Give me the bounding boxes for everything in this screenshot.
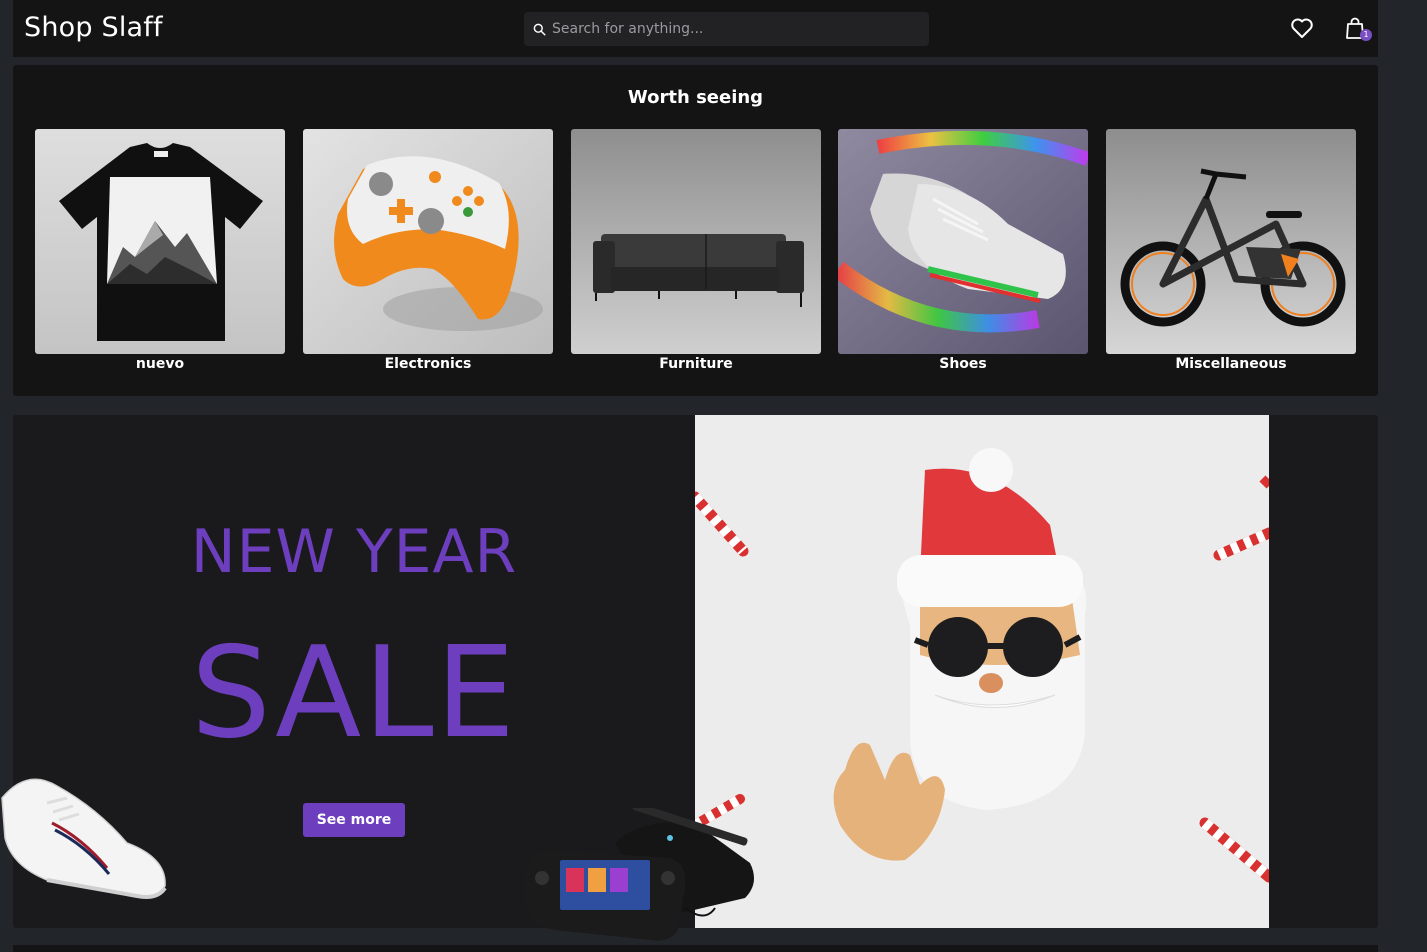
category-label: Miscellaneous [1175,356,1287,372]
sneaker-image [1,778,167,899]
search-input[interactable] [552,21,912,37]
category-card-furniture[interactable]: Furniture [571,129,821,372]
santa-image [689,415,1275,928]
section-title: Worth seeing [627,87,764,108]
category-label: Electronics [384,356,472,372]
category-label: Shoes [939,356,987,372]
worth-seeing-section: Worth seeing nuevo Electronics Furniture… [13,65,1378,396]
category-image-sneakers [838,129,1088,354]
category-image-tshirt [35,129,285,354]
brand-logo[interactable]: Shop Slaff [24,12,163,43]
banner-subtitle: NEW YEAR [190,517,518,587]
category-card-nuevo[interactable]: nuevo [35,129,285,372]
category-image-controller [303,129,553,354]
category-card-electronics[interactable]: Electronics [303,129,553,372]
category-card-miscellaneous[interactable]: Miscellaneous [1106,129,1356,372]
heart-icon[interactable] [1290,17,1314,39]
search-bar[interactable] [524,12,929,46]
cart-button[interactable]: 1 [1344,16,1372,42]
top-navbar: Shop Slaff 1 [13,0,1378,57]
category-card-shoes[interactable]: Shoes [838,129,1088,372]
search-icon [533,23,546,36]
category-image-bike [1106,129,1356,354]
category-image-sofa [571,129,821,354]
next-section-edge [13,945,1378,952]
banner-title: SALE [190,619,518,766]
cart-count-badge: 1 [1360,29,1372,41]
category-label: Furniture [659,356,733,372]
see-more-button[interactable]: See more [303,803,405,837]
handheld-console-image [525,808,754,941]
category-label: nuevo [135,356,185,372]
